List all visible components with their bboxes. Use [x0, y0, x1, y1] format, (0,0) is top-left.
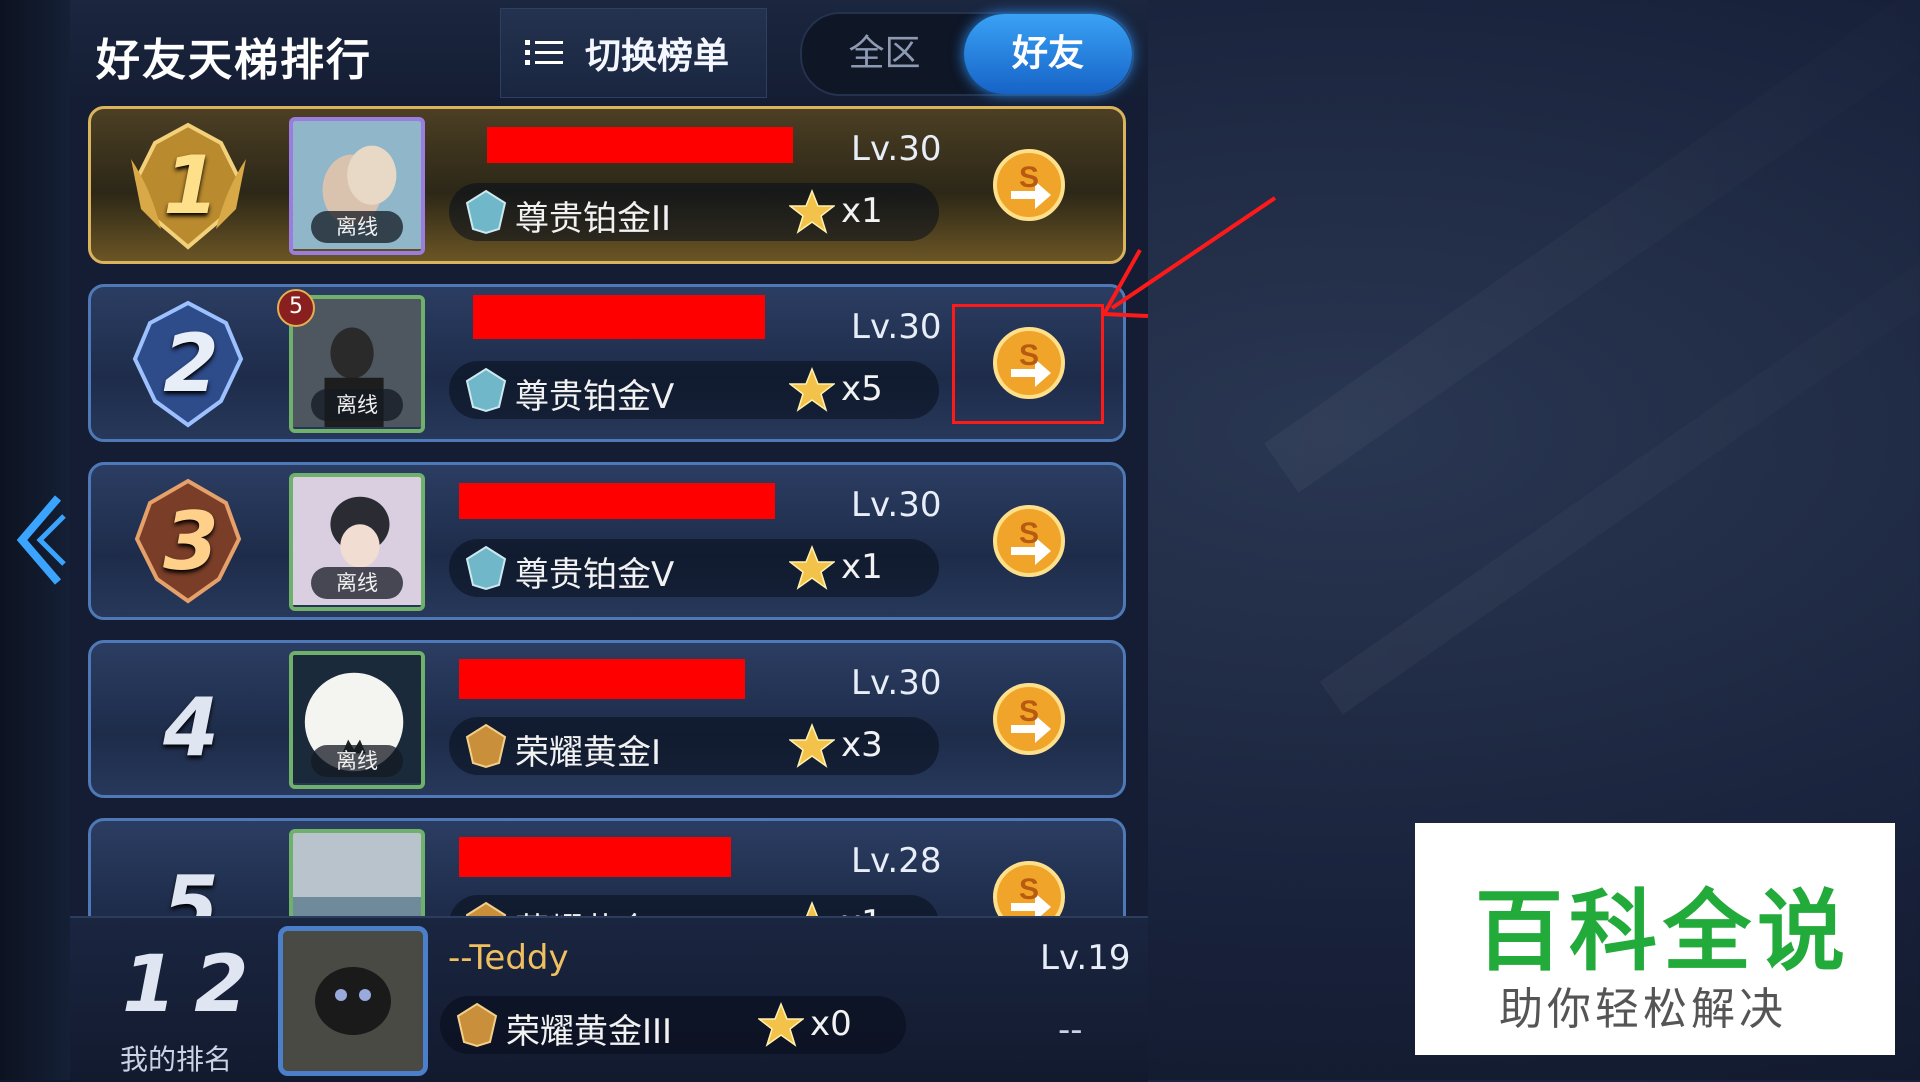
tier-info: 尊贵铂金II x1 [449, 183, 939, 241]
redacted-name [487, 127, 793, 163]
list-item: 3 离线 Lv.30 尊贵铂金V x1 S [88, 462, 1126, 620]
avatar[interactable]: 离线 [289, 473, 425, 611]
star-count: x1 [841, 903, 883, 916]
left-strip [0, 0, 70, 1080]
player-level: Lv.30 [851, 307, 942, 347]
star-icon [789, 545, 835, 590]
rank-number: 4 [163, 681, 219, 774]
avatar-image [293, 833, 421, 916]
svg-text:S: S [1019, 695, 1039, 728]
list-item: 5 Lv.28 荣耀黄金I x1 [88, 818, 1126, 916]
tier-name: 尊贵铂金V [515, 555, 675, 595]
offline-status: 离线 [311, 567, 403, 599]
offline-status: 离线 [311, 745, 403, 777]
avatar[interactable]: 离线 [289, 651, 425, 789]
star-count: x1 [841, 191, 883, 231]
my-tier-info: 荣耀黄金III x0 [440, 996, 906, 1054]
list-icon [525, 40, 563, 65]
my-rank-number: 12 [122, 940, 267, 1030]
watermark-subtitle: 助你轻松解决 [1499, 984, 1787, 1035]
rank-number: 2 [163, 317, 219, 410]
my-extra-value: -- [1058, 1010, 1083, 1050]
switch-leaderboard-label: 切换榜单 [585, 36, 730, 77]
tier-name: 尊贵铂金II [515, 199, 672, 239]
star-icon [789, 367, 835, 412]
player-level: Lv.30 [851, 663, 942, 703]
star-icon [805, 901, 819, 916]
tab-all-region[interactable]: 全区 [802, 14, 967, 94]
tier-info: 荣耀黄金I x3 [449, 717, 939, 775]
tier-name: 荣耀黄金III [506, 1012, 673, 1052]
svg-text:S: S [1019, 161, 1039, 194]
tier-info: 尊贵铂金V x1 [449, 539, 939, 597]
avatar[interactable] [289, 829, 425, 916]
rank-number: 3 [163, 495, 219, 588]
rank-number: 5 [163, 859, 219, 916]
redacted-name [473, 295, 765, 339]
star-count: x5 [841, 369, 883, 409]
tier-name: 尊贵铂金V [515, 377, 675, 417]
player-level: Lv.28 [851, 841, 942, 881]
offline-status: 离线 [311, 389, 403, 421]
avatar[interactable]: 离线 [289, 117, 425, 255]
star-count: x0 [810, 1004, 852, 1044]
offline-status: 离线 [311, 211, 403, 243]
svg-text:S: S [1019, 517, 1039, 550]
page-title: 好友天梯排行 [96, 35, 372, 86]
gold-tier-icon [465, 723, 507, 769]
player-level: Lv.30 [851, 485, 942, 525]
star-icon [789, 189, 835, 234]
list-item: 4 离线 Lv.30 荣耀黄金I x3 S [88, 640, 1126, 798]
chevron-left-icon[interactable] [10, 490, 66, 590]
watermark: 百科全说 助你轻松解决 [1415, 823, 1895, 1055]
player-level: Lv.30 [851, 129, 942, 169]
tier-info: 尊贵铂金V x5 [449, 361, 939, 419]
platinum-tier-icon [465, 545, 507, 591]
avatar[interactable] [278, 926, 428, 1076]
tab-friends[interactable]: 好友 [964, 14, 1132, 94]
leaderboard-panel: 好友天梯排行 切换榜单 全区 好友 1 离线 Lv.30 尊贵铂金II x1 S… [70, 0, 1148, 1082]
leaderboard-header: 好友天梯排行 切换榜单 全区 好友 [70, 0, 1148, 100]
svg-text:S: S [1019, 873, 1039, 906]
platinum-tier-icon [465, 367, 507, 413]
rank-number: 1 [163, 139, 219, 232]
my-rank-bar: 12 我的排名 --Teddy Lv.19 荣耀黄金III x0 -- [70, 916, 1148, 1082]
my-rank-label: 我的排名 [120, 1043, 233, 1076]
tier-name: 荣耀黄金I [515, 733, 662, 773]
gold-tier-icon [465, 901, 507, 916]
my-player-name: --Teddy [448, 938, 569, 978]
redacted-name [459, 483, 775, 519]
list-item: 1 离线 Lv.30 尊贵铂金II x1 S [88, 106, 1126, 264]
star-icon [758, 1002, 804, 1047]
annotation-highlight-box [952, 304, 1104, 424]
gift-coin-icon[interactable]: S [991, 503, 1067, 579]
gift-coin-icon[interactable]: S [991, 681, 1067, 757]
gift-coin-icon[interactable]: S [991, 147, 1067, 223]
redacted-name [459, 837, 731, 877]
star-icon [789, 723, 835, 768]
annotation-arrow-icon [1100, 196, 1277, 318]
watermark-title: 百科全说 [1475, 880, 1852, 983]
gift-coin-icon[interactable]: S [991, 859, 1067, 916]
tier-name: 荣耀黄金I [515, 903, 661, 916]
my-player-level: Lv.19 [1040, 938, 1131, 978]
switch-leaderboard-button[interactable]: 切换榜单 [500, 8, 767, 98]
redacted-name [459, 659, 745, 699]
star-count: x3 [841, 725, 883, 765]
tier-info: 荣耀黄金I x1 [449, 895, 939, 916]
gold-tier-icon [456, 1002, 498, 1048]
avatar-image [283, 931, 423, 1071]
scope-toggle: 全区 好友 [800, 12, 1134, 96]
platinum-tier-icon [465, 189, 507, 235]
star-count: x1 [841, 547, 883, 587]
background-decoration [1264, 0, 1920, 493]
ranking-list[interactable]: 1 离线 Lv.30 尊贵铂金II x1 S 2 离线 5 Lv.30 尊贵铂金… [88, 104, 1128, 916]
avatar-badge: 5 [277, 289, 315, 327]
